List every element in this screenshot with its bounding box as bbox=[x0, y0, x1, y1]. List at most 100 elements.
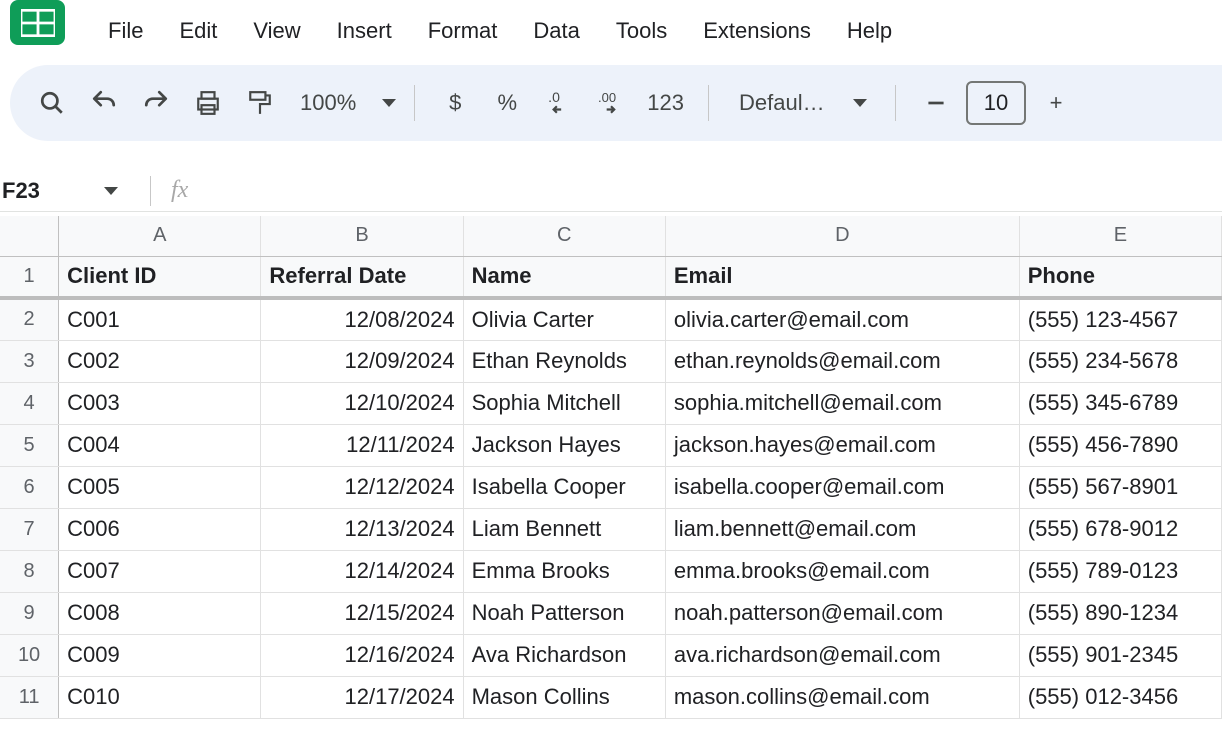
row-header[interactable]: 8 bbox=[0, 550, 59, 592]
cell[interactable]: Sophia Mitchell bbox=[463, 382, 665, 424]
paint-format-button[interactable] bbox=[238, 81, 282, 125]
number-format-button[interactable]: 123 bbox=[641, 90, 690, 116]
cell[interactable]: C005 bbox=[59, 466, 261, 508]
cell[interactable]: C004 bbox=[59, 424, 261, 466]
name-box[interactable]: F23 bbox=[0, 178, 130, 204]
cell[interactable]: (555) 901-2345 bbox=[1019, 634, 1221, 676]
cell[interactable]: C008 bbox=[59, 592, 261, 634]
row-header[interactable]: 4 bbox=[0, 382, 59, 424]
cell[interactable]: Jackson Hayes bbox=[463, 424, 665, 466]
row-header[interactable]: 5 bbox=[0, 424, 59, 466]
cell[interactable]: 12/12/2024 bbox=[261, 466, 463, 508]
cell[interactable]: Isabella Cooper bbox=[463, 466, 665, 508]
column-header-d[interactable]: D bbox=[665, 216, 1019, 256]
cell[interactable]: Client ID bbox=[59, 256, 261, 298]
cell[interactable]: (555) 789-0123 bbox=[1019, 550, 1221, 592]
cell[interactable]: (555) 012-3456 bbox=[1019, 676, 1221, 718]
column-header-b[interactable]: B bbox=[261, 216, 463, 256]
cell[interactable]: 12/10/2024 bbox=[261, 382, 463, 424]
cell[interactable]: 12/11/2024 bbox=[261, 424, 463, 466]
column-header-a[interactable]: A bbox=[59, 216, 261, 256]
fx-icon[interactable]: fx bbox=[171, 177, 188, 204]
cell[interactable]: Name bbox=[463, 256, 665, 298]
cell[interactable]: (555) 890-1234 bbox=[1019, 592, 1221, 634]
menu-file[interactable]: File bbox=[90, 10, 161, 52]
select-all-corner[interactable] bbox=[0, 216, 59, 256]
cell[interactable]: 12/08/2024 bbox=[261, 298, 463, 340]
menu-view[interactable]: View bbox=[235, 10, 318, 52]
cell[interactable]: C002 bbox=[59, 340, 261, 382]
row-header[interactable]: 3 bbox=[0, 340, 59, 382]
cell[interactable]: (555) 345-6789 bbox=[1019, 382, 1221, 424]
cell[interactable]: C003 bbox=[59, 382, 261, 424]
zoom-level[interactable]: 100% bbox=[290, 90, 366, 116]
cell[interactable]: ethan.reynolds@email.com bbox=[665, 340, 1019, 382]
cell[interactable]: (555) 456-7890 bbox=[1019, 424, 1221, 466]
cell[interactable]: Referral Date bbox=[261, 256, 463, 298]
currency-button[interactable]: $ bbox=[433, 81, 477, 125]
cell[interactable]: 12/15/2024 bbox=[261, 592, 463, 634]
cell[interactable]: isabella.cooper@email.com bbox=[665, 466, 1019, 508]
cell[interactable]: (555) 567-8901 bbox=[1019, 466, 1221, 508]
row-header[interactable]: 7 bbox=[0, 508, 59, 550]
cell[interactable]: olivia.carter@email.com bbox=[665, 298, 1019, 340]
row-header[interactable]: 9 bbox=[0, 592, 59, 634]
row-header[interactable]: 2 bbox=[0, 298, 59, 340]
cell[interactable]: Ethan Reynolds bbox=[463, 340, 665, 382]
cell[interactable]: emma.brooks@email.com bbox=[665, 550, 1019, 592]
increase-decimal-button[interactable]: .00 bbox=[589, 81, 633, 125]
cell[interactable]: Phone bbox=[1019, 256, 1221, 298]
cell[interactable]: C007 bbox=[59, 550, 261, 592]
decrease-font-button[interactable] bbox=[914, 81, 958, 125]
cell[interactable]: Olivia Carter bbox=[463, 298, 665, 340]
cell[interactable]: 12/16/2024 bbox=[261, 634, 463, 676]
cell[interactable]: liam.bennett@email.com bbox=[665, 508, 1019, 550]
row-header[interactable]: 10 bbox=[0, 634, 59, 676]
cell[interactable]: Mason Collins bbox=[463, 676, 665, 718]
row-header[interactable]: 11 bbox=[0, 676, 59, 718]
cell[interactable]: C006 bbox=[59, 508, 261, 550]
cell[interactable]: C001 bbox=[59, 298, 261, 340]
cell[interactable]: 12/14/2024 bbox=[261, 550, 463, 592]
column-header-e[interactable]: E bbox=[1019, 216, 1221, 256]
percent-button[interactable]: % bbox=[485, 81, 529, 125]
cell[interactable]: mason.collins@email.com bbox=[665, 676, 1019, 718]
cell[interactable]: Email bbox=[665, 256, 1019, 298]
menu-format[interactable]: Format bbox=[410, 10, 516, 52]
cell[interactable]: (555) 234-5678 bbox=[1019, 340, 1221, 382]
cell[interactable]: Liam Bennett bbox=[463, 508, 665, 550]
menu-edit[interactable]: Edit bbox=[161, 10, 235, 52]
cell[interactable]: 12/13/2024 bbox=[261, 508, 463, 550]
zoom-dropdown-icon[interactable] bbox=[382, 99, 396, 107]
cell[interactable]: C010 bbox=[59, 676, 261, 718]
menu-tools[interactable]: Tools bbox=[598, 10, 685, 52]
spreadsheet-grid[interactable]: A B C D E 1 Client ID Referral Date Name… bbox=[0, 216, 1222, 719]
sheets-logo[interactable] bbox=[10, 0, 65, 45]
redo-button[interactable] bbox=[134, 81, 178, 125]
row-header[interactable]: 6 bbox=[0, 466, 59, 508]
menu-data[interactable]: Data bbox=[515, 10, 597, 52]
row-header-1[interactable]: 1 bbox=[0, 256, 59, 298]
font-size-input[interactable]: 10 bbox=[966, 81, 1026, 125]
cell[interactable]: 12/17/2024 bbox=[261, 676, 463, 718]
cell[interactable]: jackson.hayes@email.com bbox=[665, 424, 1019, 466]
menu-extensions[interactable]: Extensions bbox=[685, 10, 829, 52]
cell[interactable]: 12/09/2024 bbox=[261, 340, 463, 382]
increase-font-button[interactable]: + bbox=[1034, 81, 1078, 125]
cell[interactable]: Noah Patterson bbox=[463, 592, 665, 634]
cell[interactable]: C009 bbox=[59, 634, 261, 676]
cell[interactable]: (555) 123-4567 bbox=[1019, 298, 1221, 340]
decrease-decimal-button[interactable]: .0 bbox=[537, 81, 581, 125]
menu-help[interactable]: Help bbox=[829, 10, 910, 52]
column-header-c[interactable]: C bbox=[463, 216, 665, 256]
cell[interactable]: Ava Richardson bbox=[463, 634, 665, 676]
cell[interactable]: noah.patterson@email.com bbox=[665, 592, 1019, 634]
search-button[interactable] bbox=[30, 81, 74, 125]
print-button[interactable] bbox=[186, 81, 230, 125]
cell[interactable]: ava.richardson@email.com bbox=[665, 634, 1019, 676]
font-family-select[interactable]: Defaul… bbox=[727, 90, 877, 116]
cell[interactable]: (555) 678-9012 bbox=[1019, 508, 1221, 550]
cell[interactable]: sophia.mitchell@email.com bbox=[665, 382, 1019, 424]
menu-insert[interactable]: Insert bbox=[319, 10, 410, 52]
cell[interactable]: Emma Brooks bbox=[463, 550, 665, 592]
